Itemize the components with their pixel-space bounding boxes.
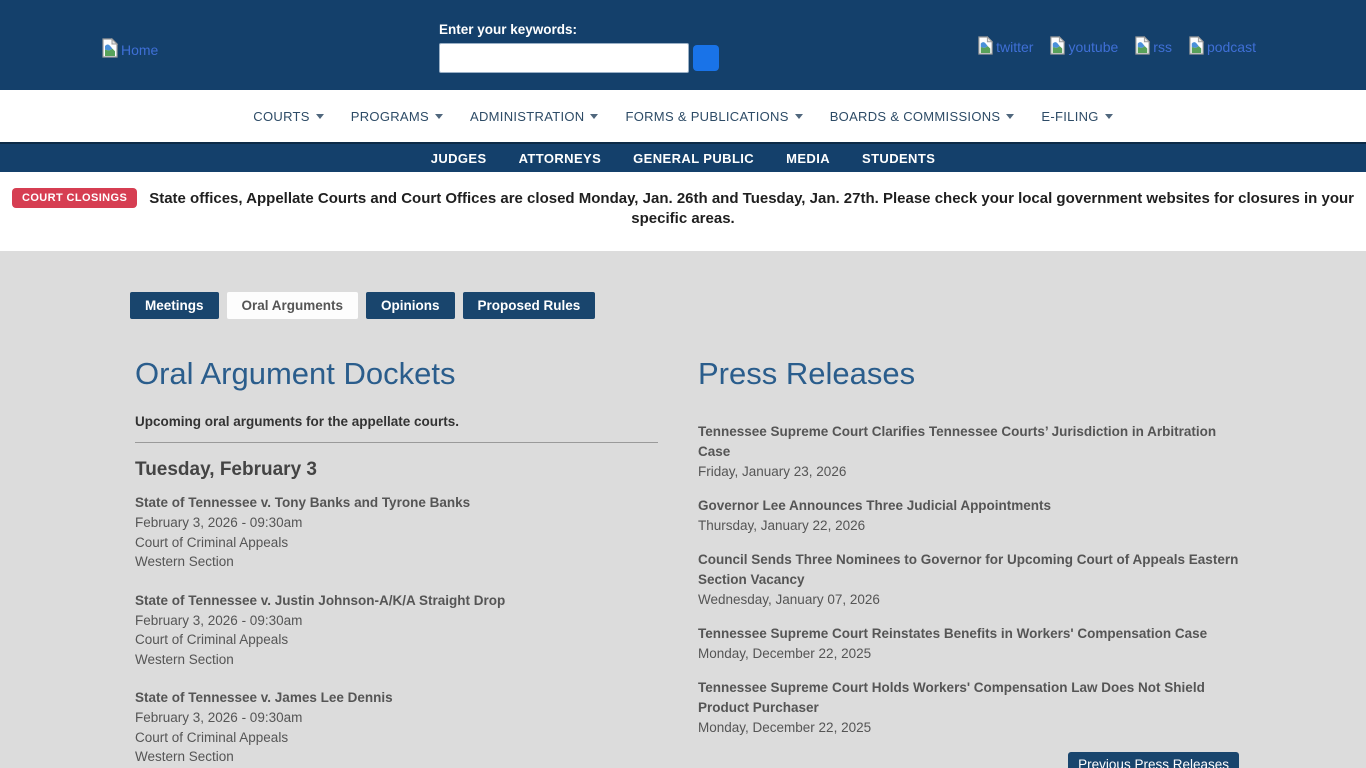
main-nav-item[interactable]: E-FILING	[1041, 109, 1112, 124]
press-release-item: Council Sends Three Nominees to Governor…	[698, 550, 1239, 610]
press-release-title-link[interactable]: Tennessee Supreme Court Clarifies Tennes…	[698, 422, 1239, 462]
press-release-list: Tennessee Supreme Court Clarifies Tennes…	[698, 422, 1239, 738]
broken-image-icon	[1188, 36, 1205, 58]
secondary-nav-item[interactable]: GENERAL PUBLIC	[633, 151, 754, 166]
tab-oral-arguments[interactable]: Oral Arguments	[227, 292, 359, 319]
case-datetime: February 3, 2026 - 09:30am	[135, 611, 658, 631]
chevron-down-icon	[1105, 114, 1113, 119]
secondary-nav-item[interactable]: JUDGES	[431, 151, 487, 166]
divider	[135, 442, 658, 443]
dockets-title: Oral Argument Dockets	[135, 356, 658, 392]
main-nav-item-label: ADMINISTRATION	[470, 109, 584, 124]
social-links: twitter youtube rss	[977, 36, 1256, 58]
social-link[interactable]: podcast	[1188, 36, 1256, 58]
press-releases-section: Press Releases Tennessee Supreme Court C…	[698, 356, 1239, 768]
chevron-down-icon	[795, 114, 803, 119]
chevron-down-icon	[1006, 114, 1014, 119]
press-release-date: Thursday, January 22, 2026	[698, 516, 1239, 536]
case-court: Court of Criminal Appeals	[135, 728, 658, 748]
home-link-label: Home	[121, 42, 158, 58]
secondary-nav-item[interactable]: ATTORNEYS	[519, 151, 602, 166]
press-release-item: Tennessee Supreme Court Holds Workers' C…	[698, 678, 1239, 738]
case-datetime: February 3, 2026 - 09:30am	[135, 708, 658, 728]
docket-day-heading: Tuesday, February 3	[135, 459, 658, 481]
case-title-link[interactable]: State of Tennessee v. Tony Banks and Tyr…	[135, 493, 658, 513]
broken-image-icon	[101, 38, 119, 61]
content-area: Meetings Oral Arguments Opinions Propose…	[0, 251, 1366, 757]
docket-case: State of Tennessee v. Justin Johnson-A/K…	[135, 591, 658, 670]
main-nav-item-label: COURTS	[253, 109, 309, 124]
press-release-date: Wednesday, January 07, 2026	[698, 590, 1239, 610]
main-nav-item-label: FORMS & PUBLICATIONS	[625, 109, 788, 124]
press-release-item: Tennessee Supreme Court Reinstates Benef…	[698, 624, 1239, 664]
press-release-date: Friday, January 23, 2026	[698, 462, 1239, 482]
press-release-title-link[interactable]: Tennessee Supreme Court Holds Workers' C…	[698, 678, 1239, 718]
previous-press-releases-button[interactable]: Previous Press Releases	[1068, 752, 1239, 768]
main-nav-item-label: PROGRAMS	[351, 109, 429, 124]
broken-image-icon	[1049, 36, 1066, 58]
announcement-bar: COURT CLOSINGS State offices, Appellate C…	[0, 172, 1366, 251]
case-section: Western Section	[135, 552, 658, 572]
press-release-date: Monday, December 22, 2025	[698, 718, 1239, 738]
chevron-down-icon	[316, 114, 324, 119]
press-title: Press Releases	[698, 356, 1239, 392]
search-area: Enter your keywords:	[439, 22, 719, 73]
top-header: Home Enter your keywords: twitter	[0, 0, 1366, 90]
main-nav-item-label: BOARDS & COMMISSIONS	[830, 109, 1001, 124]
main-nav: COURTS PROGRAMS ADMINISTRATION FORMS & P…	[0, 90, 1366, 142]
chevron-down-icon	[590, 114, 598, 119]
tab-opinions[interactable]: Opinions	[366, 292, 455, 319]
social-link-label: podcast	[1207, 39, 1256, 55]
main-nav-item-label: E-FILING	[1041, 109, 1098, 124]
social-link-label: twitter	[996, 39, 1033, 55]
tab-proposed-rules[interactable]: Proposed Rules	[463, 292, 596, 319]
search-label: Enter your keywords:	[439, 22, 719, 37]
social-link-label: youtube	[1068, 39, 1118, 55]
main-nav-item[interactable]: PROGRAMS	[351, 109, 443, 124]
docket-case: State of Tennessee v. James Lee Dennis F…	[135, 688, 658, 767]
dockets-subtitle: Upcoming oral arguments for the appellat…	[135, 414, 658, 429]
main-nav-item[interactable]: FORMS & PUBLICATIONS	[625, 109, 802, 124]
main-nav-item[interactable]: COURTS	[253, 109, 323, 124]
case-section: Western Section	[135, 747, 658, 767]
case-title-link[interactable]: State of Tennessee v. Justin Johnson-A/K…	[135, 591, 658, 611]
docket-case-list: State of Tennessee v. Tony Banks and Tyr…	[135, 493, 658, 767]
home-link[interactable]: Home	[101, 38, 158, 61]
tab-meetings[interactable]: Meetings	[130, 292, 219, 319]
social-link[interactable]: twitter	[977, 36, 1033, 58]
secondary-nav: JUDGES ATTORNEYS GENERAL PUBLIC MEDIA STUDEN…	[0, 142, 1366, 172]
case-court: Court of Criminal Appeals	[135, 630, 658, 650]
press-release-title-link[interactable]: Council Sends Three Nominees to Governor…	[698, 550, 1239, 590]
social-link[interactable]: youtube	[1049, 36, 1118, 58]
case-title-link[interactable]: State of Tennessee v. James Lee Dennis	[135, 688, 658, 708]
broken-image-icon	[1134, 36, 1151, 58]
case-datetime: February 3, 2026 - 09:30am	[135, 513, 658, 533]
social-link[interactable]: rss	[1134, 36, 1172, 58]
court-closings-badge: COURT CLOSINGS	[12, 188, 137, 208]
tab-bar: Meetings Oral Arguments Opinions Propose…	[130, 292, 1239, 319]
press-release-title-link[interactable]: Governor Lee Announces Three Judicial Ap…	[698, 496, 1239, 516]
secondary-nav-item[interactable]: MEDIA	[786, 151, 830, 166]
chevron-down-icon	[435, 114, 443, 119]
broken-image-icon	[977, 36, 994, 58]
main-nav-item[interactable]: BOARDS & COMMISSIONS	[830, 109, 1015, 124]
press-release-item: Tennessee Supreme Court Clarifies Tennes…	[698, 422, 1239, 482]
docket-case: State of Tennessee v. Tony Banks and Tyr…	[135, 493, 658, 572]
search-button[interactable]	[693, 45, 719, 71]
press-release-title-link[interactable]: Tennessee Supreme Court Reinstates Benef…	[698, 624, 1239, 644]
main-nav-item[interactable]: ADMINISTRATION	[470, 109, 598, 124]
announcement-text: State offices, Appellate Courts and Cour…	[149, 190, 1354, 227]
secondary-nav-item[interactable]: STUDENTS	[862, 151, 935, 166]
search-input[interactable]	[439, 43, 689, 73]
press-release-date: Monday, December 22, 2025	[698, 644, 1239, 664]
case-court: Court of Criminal Appeals	[135, 533, 658, 553]
press-release-item: Governor Lee Announces Three Judicial Ap…	[698, 496, 1239, 536]
social-link-label: rss	[1153, 39, 1172, 55]
case-section: Western Section	[135, 650, 658, 670]
oral-argument-dockets-section: Oral Argument Dockets Upcoming oral argu…	[135, 356, 658, 768]
